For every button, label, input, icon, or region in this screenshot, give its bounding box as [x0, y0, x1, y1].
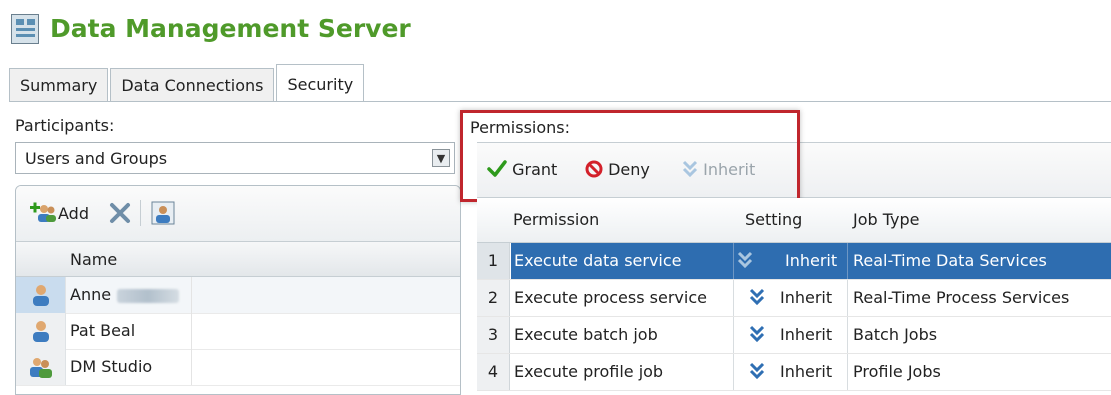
- chevron-down-icon[interactable]: ▼: [432, 149, 450, 167]
- inherit-icon: [749, 354, 769, 390]
- user-properties-icon[interactable]: [151, 201, 175, 229]
- user-row-dm-studio[interactable]: DM Studio: [16, 349, 460, 386]
- user-icon: [16, 277, 66, 313]
- redacted-surname: [117, 288, 180, 303]
- row-number: 2: [477, 280, 510, 316]
- tab-summary[interactable]: Summary: [9, 68, 109, 102]
- row-number: 4: [477, 354, 510, 390]
- job-type-value: Real-Time Process Services: [853, 288, 1070, 307]
- job-type-value: Real-Time Data Services: [853, 251, 1047, 270]
- users-panel: Add Name Anne Pat Beal DM Studio: [15, 185, 461, 395]
- user-row-pat-beal[interactable]: Pat Beal: [16, 313, 460, 350]
- tab-data-connections[interactable]: Data Connections: [110, 68, 275, 102]
- permission-name: Execute profile job: [514, 362, 664, 381]
- inherit-icon: [749, 317, 769, 353]
- name-column-header[interactable]: Name: [16, 242, 460, 277]
- job-type-value: Batch Jobs: [853, 325, 938, 344]
- permission-name: Execute process service: [514, 288, 707, 307]
- tab-security[interactable]: Security: [276, 64, 365, 102]
- row-number: 3: [477, 317, 510, 353]
- user-name: Pat Beal: [70, 321, 136, 340]
- participants-select-value: Users and Groups: [25, 149, 168, 168]
- tab-bar: Summary Data Connections Security: [9, 64, 366, 102]
- row-number: 1: [477, 243, 510, 279]
- setting-value: Inherit: [785, 251, 838, 270]
- page-title: Data Management Server: [50, 14, 411, 43]
- permission-row[interactable]: 2 Execute process service Inherit Real-T…: [477, 280, 1111, 317]
- inherit-icon: [737, 243, 757, 279]
- column-header-job-type[interactable]: Job Type: [853, 210, 920, 229]
- remove-icon[interactable]: [109, 202, 131, 228]
- group-icon: [16, 349, 66, 385]
- users-toolbar: Add: [16, 186, 460, 242]
- tab-divider: [9, 101, 1111, 102]
- server-app-icon: [11, 14, 39, 44]
- permission-row[interactable]: 4 Execute profile job Inherit Profile Jo…: [477, 354, 1111, 391]
- setting-value: Inherit: [780, 325, 833, 344]
- add-user-icon[interactable]: [30, 201, 56, 227]
- permission-row[interactable]: 3 Execute batch job Inherit Batch Jobs: [477, 317, 1111, 354]
- permissions-grid: Permission Setting Job Type 1 Execute da…: [477, 198, 1111, 391]
- setting-value: Inherit: [780, 288, 833, 307]
- user-name: Anne: [70, 285, 112, 304]
- user-name: DM Studio: [70, 357, 153, 376]
- permissions-highlight-box: [460, 110, 800, 202]
- user-row-anne[interactable]: Anne: [16, 277, 460, 314]
- permission-row[interactable]: 1 Execute data service Inherit Real-Time…: [477, 243, 1111, 280]
- inherit-icon: [749, 280, 769, 316]
- permission-name: Execute batch job: [514, 325, 658, 344]
- grid-header: Permission Setting Job Type: [477, 198, 1111, 243]
- name-column-label: Name: [70, 250, 118, 269]
- participants-select[interactable]: Users and Groups ▼: [15, 142, 455, 174]
- permission-name: Execute data service: [514, 251, 682, 270]
- setting-value: Inherit: [780, 362, 833, 381]
- column-header-setting[interactable]: Setting: [745, 210, 802, 229]
- column-header-permission[interactable]: Permission: [513, 210, 599, 229]
- job-type-value: Profile Jobs: [853, 362, 941, 381]
- toolbar-separator: [140, 200, 141, 226]
- user-icon: [16, 313, 66, 349]
- participants-label: Participants:: [15, 116, 115, 135]
- add-button[interactable]: Add: [58, 204, 89, 223]
